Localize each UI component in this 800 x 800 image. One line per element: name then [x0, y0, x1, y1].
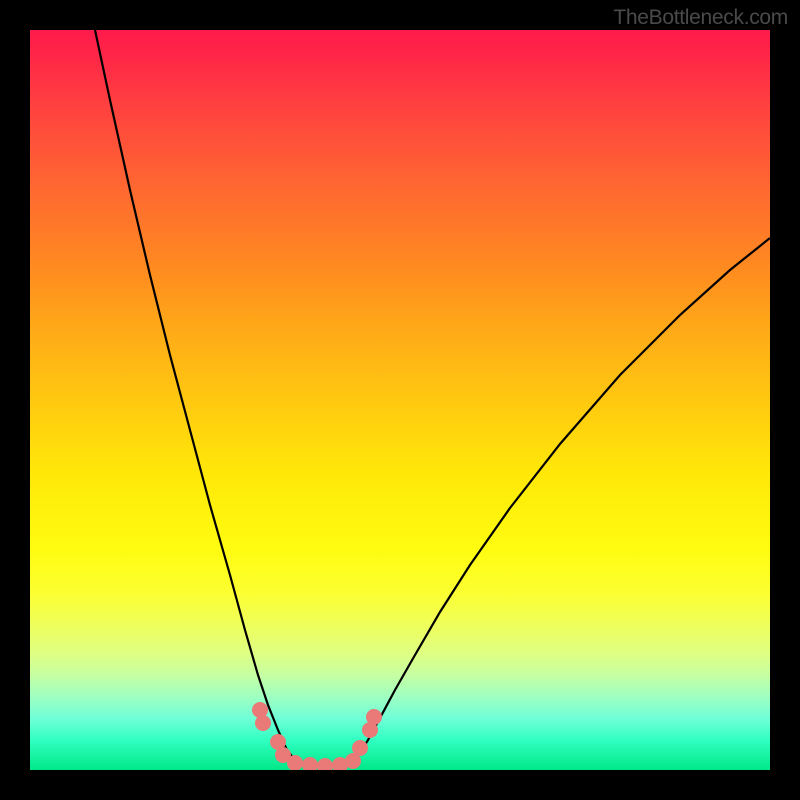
- watermark-text: TheBottleneck.com: [613, 6, 788, 30]
- chart-svg: [30, 30, 770, 770]
- marker-dot: [302, 757, 318, 770]
- left-curve: [95, 30, 300, 766]
- curve-lines: [95, 30, 770, 766]
- marker-dot: [352, 740, 368, 756]
- marker-dot: [317, 758, 333, 770]
- marker-dot: [366, 709, 382, 725]
- right-curve: [350, 238, 770, 766]
- marker-dot: [255, 715, 271, 731]
- chart-plot-area: [30, 30, 770, 770]
